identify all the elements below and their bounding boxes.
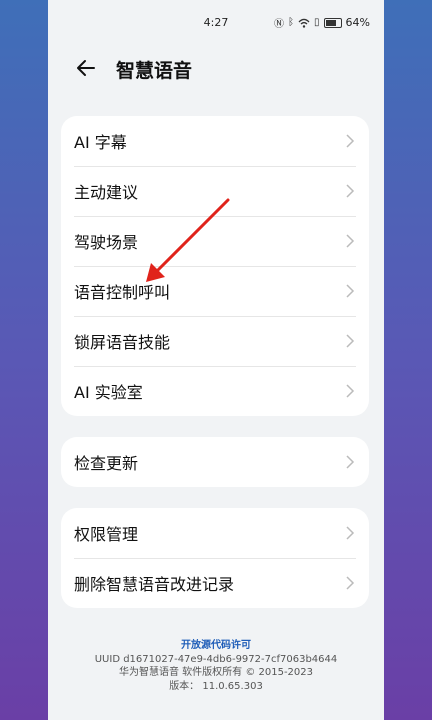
item-delete-improvement-records[interactable]: 删除智慧语音改进记录: [61, 558, 369, 608]
settings-group-privacy: 权限管理 删除智慧语音改进记录: [61, 508, 369, 608]
item-label: 锁屏语音技能: [74, 333, 171, 352]
item-label: 驾驶场景: [74, 233, 139, 252]
item-label: 语音控制呼叫: [74, 283, 171, 302]
page-title: 智慧语音: [116, 60, 193, 82]
back-arrow-icon[interactable]: [72, 54, 100, 82]
battery-icon: [323, 17, 342, 28]
chevron-right-icon: [346, 576, 355, 590]
status-icons: Ⓝ ᛒ ▯ 64%: [274, 15, 370, 30]
chevron-right-icon: [346, 134, 355, 148]
chevron-right-icon: [346, 455, 355, 469]
chevron-right-icon: [346, 234, 355, 248]
item-label: 主动建议: [74, 183, 139, 202]
item-voice-call-control[interactable]: 语音控制呼叫: [61, 266, 369, 316]
phone-screen: 4:27 Ⓝ ᛒ ▯ 64% 智慧语音 AI 字幕 主动建议 驾驶场景 语音控制…: [48, 0, 384, 720]
item-label: 权限管理: [74, 525, 139, 544]
version-text: 版本： 11.0.65.303: [169, 680, 263, 692]
open-source-license-link[interactable]: 开放源代码许可: [48, 639, 384, 653]
item-lockscreen-voice-skills[interactable]: 锁屏语音技能: [61, 316, 369, 366]
uuid-text: UUID d1671027-47e9-4db6-9972-7cf7063b464…: [94, 653, 338, 665]
chevron-right-icon: [346, 526, 355, 540]
item-label: 检查更新: [74, 454, 139, 473]
battery-percent: 64%: [345, 16, 370, 29]
item-driving-scene[interactable]: 驾驶场景: [61, 216, 369, 266]
wifi-icon: [298, 18, 310, 28]
chevron-right-icon: [346, 334, 355, 348]
chevron-right-icon: [346, 184, 355, 198]
copyright-text: 华为智慧语音 软件版权所有 © 2015-2023: [118, 667, 314, 678]
sim-icon: ▯: [314, 17, 320, 28]
page-header: 智慧语音: [48, 44, 384, 94]
bluetooth-icon: ᛒ: [288, 17, 295, 28]
item-ai-subtitles[interactable]: AI 字幕: [61, 116, 369, 166]
item-ai-lab[interactable]: AI 实验室: [61, 366, 369, 416]
settings-group-update: 检查更新: [61, 437, 369, 487]
about-footer: 开放源代码许可 UUID d1671027-47e9-4db6-9972-7cf…: [48, 639, 384, 693]
nfc-icon: Ⓝ: [274, 19, 285, 30]
settings-group-main: AI 字幕 主动建议 驾驶场景 语音控制呼叫 锁屏语音技能 AI 实验室: [61, 116, 369, 416]
item-label: AI 字幕: [74, 133, 127, 152]
item-proactive-suggestions[interactable]: 主动建议: [61, 166, 369, 216]
item-check-update[interactable]: 检查更新: [61, 437, 369, 487]
chevron-right-icon: [346, 384, 355, 398]
item-label: 删除智慧语音改进记录: [74, 575, 235, 594]
item-label: AI 实验室: [74, 383, 143, 402]
status-bar: 4:27 Ⓝ ᛒ ▯ 64%: [48, 0, 384, 44]
item-permission-management[interactable]: 权限管理: [61, 508, 369, 558]
chevron-right-icon: [346, 284, 355, 298]
